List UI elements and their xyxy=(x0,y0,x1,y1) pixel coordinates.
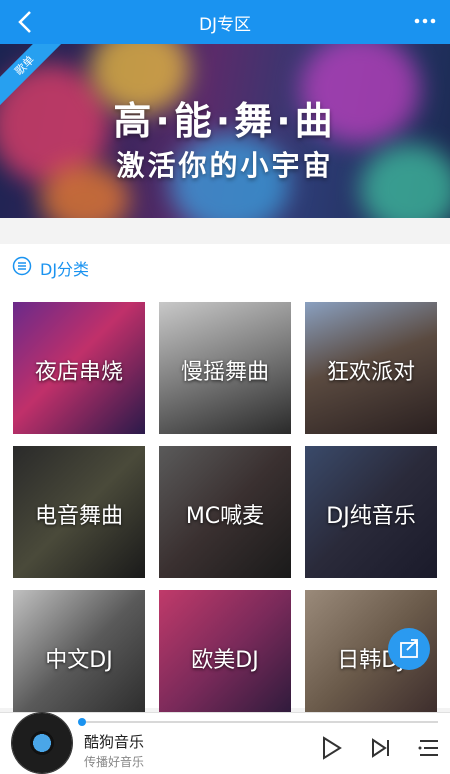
category-tile[interactable]: 中文DJ xyxy=(13,590,145,722)
top-bar: DJ专区 xyxy=(0,0,450,44)
category-tile[interactable]: MC喊麦 xyxy=(159,446,291,578)
page-title: DJ专区 xyxy=(198,15,252,35)
category-tile[interactable]: 电音舞曲 xyxy=(13,446,145,578)
category-header: DJ分类 xyxy=(0,244,450,288)
song-title: 酷狗音乐 xyxy=(84,733,145,751)
more-dots-icon[interactable] xyxy=(412,8,438,34)
tile-label: 中文DJ xyxy=(45,648,113,673)
tile-label: 夜店串烧 xyxy=(34,360,123,385)
banner-title: 高·能·舞·曲 xyxy=(113,99,337,143)
tile-label: 电音舞曲 xyxy=(34,504,123,529)
category-title: DJ分类 xyxy=(40,260,90,279)
list-circle-icon xyxy=(12,256,32,276)
album-disc[interactable] xyxy=(12,713,72,773)
progress-knob[interactable] xyxy=(78,718,86,726)
mini-player: 酷狗音乐 传播好音乐 xyxy=(0,712,450,774)
promo-banner[interactable]: 歌单 高·能·舞·曲 激活你的小宇宙 xyxy=(0,44,450,218)
playlist-icon[interactable] xyxy=(416,735,442,761)
category-tile[interactable]: DJ纯音乐 xyxy=(305,446,437,578)
tile-label: 欧美DJ xyxy=(191,648,259,673)
tile-label: 狂欢派对 xyxy=(326,360,415,385)
share-button[interactable] xyxy=(388,628,430,670)
share-icon xyxy=(400,639,418,658)
category-grid: 夜店串烧 慢摇舞曲 狂欢派对 电音舞曲 MC喊麦 DJ纯音乐 中文DJ 欧美DJ… xyxy=(0,288,450,722)
artist-name: 传播好音乐 xyxy=(84,755,145,769)
tile-label: 慢摇舞曲 xyxy=(180,360,269,385)
category-tile[interactable]: 狂欢派对 xyxy=(305,302,437,434)
tile-label: MC喊麦 xyxy=(185,504,265,529)
category-tile[interactable]: 欧美DJ xyxy=(159,590,291,722)
progress-bar[interactable] xyxy=(78,718,438,726)
next-icon[interactable] xyxy=(368,735,394,761)
category-tile[interactable]: 夜店串烧 xyxy=(13,302,145,434)
tile-label: DJ纯音乐 xyxy=(326,504,416,529)
banner-subtitle: 激活你的小宇宙 xyxy=(116,149,334,182)
category-tile[interactable]: 慢摇舞曲 xyxy=(159,302,291,434)
play-icon[interactable] xyxy=(318,735,344,761)
